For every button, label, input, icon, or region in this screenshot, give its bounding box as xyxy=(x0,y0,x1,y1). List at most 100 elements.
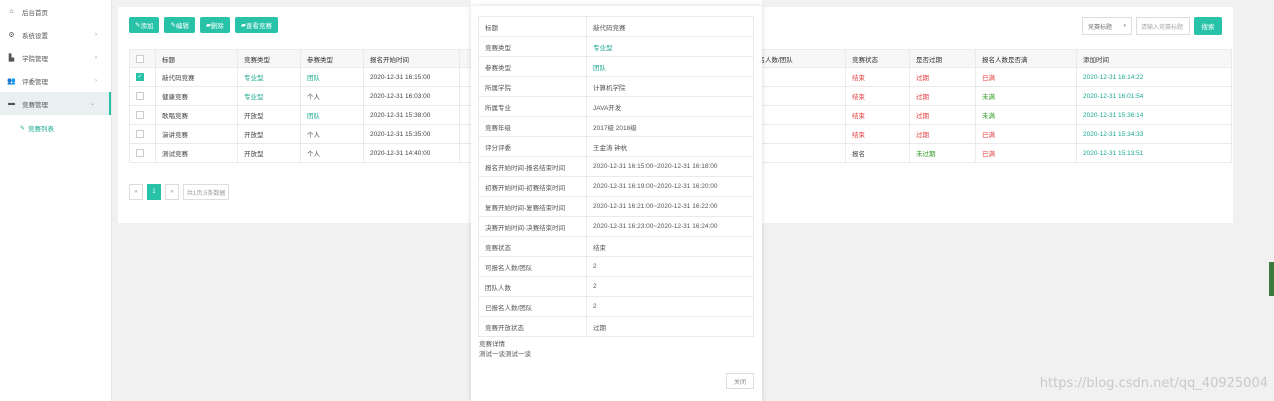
sidebar-item-college[interactable]: ▙ 学院管理 › xyxy=(0,46,111,69)
row-select-cell[interactable] xyxy=(129,105,156,125)
sidebar-item-judges[interactable]: 👥 评委管理 › xyxy=(0,69,111,92)
delete-button[interactable]: ▰ 删除 xyxy=(199,17,230,33)
cell-team: 个人 xyxy=(300,86,364,106)
detail-value: 2020-12-31 16:19:00~2020-12-31 16:20:00 xyxy=(586,176,754,197)
col-header: 参赛类型 xyxy=(300,49,364,68)
cell-type: 专业型 xyxy=(237,86,301,106)
chevron-right-icon: › xyxy=(95,54,97,61)
row-checkbox[interactable] xyxy=(136,111,144,119)
detail-value: 2 xyxy=(586,256,754,277)
detail-key: 竞赛开放状态 xyxy=(478,316,587,337)
gamepad-icon: ▬ xyxy=(8,100,15,107)
view-competition-button[interactable]: ▰ 查看竞赛 xyxy=(234,17,278,33)
detail-key: 初赛开始时间-初赛结束时间 xyxy=(478,176,587,197)
cell-title: 歌唱竞赛 xyxy=(155,105,238,125)
cell-start: 2020-12-31 15:35:00 xyxy=(363,124,460,144)
competition-detail-modal: 标题 敲代码竞赛 竞赛类型 专业型 参赛类型 团队 所属学院 计算机学院 所属专业 JAVA开发竞… xyxy=(471,6,762,401)
sidebar-item-settings[interactable]: ⚙ 系统设置 › xyxy=(0,23,111,46)
close-button[interactable]: 关闭 xyxy=(726,373,754,389)
cell-expired: 过期 xyxy=(909,105,976,125)
list-icon: ✎ xyxy=(20,125,26,132)
search-placeholder: 请输入竞赛标题 xyxy=(1141,24,1184,31)
row-checkbox[interactable] xyxy=(136,149,144,157)
prev-page-button[interactable]: « xyxy=(129,184,143,200)
sidebar-item-label: 学院管理 xyxy=(22,55,48,63)
row-checkbox[interactable] xyxy=(136,92,144,100)
cell-status: 结束 xyxy=(845,67,910,87)
detail-table: 标题 敲代码竞赛 竞赛类型 专业型 参赛类型 团队 所属学院 计算机学院 所属专业 JAVA开发竞… xyxy=(478,16,754,337)
col-header: 标题 xyxy=(155,49,238,68)
detail-row: 已报名人数/团队 2 xyxy=(478,296,754,317)
detail-row: 团队人数 2 xyxy=(478,276,754,297)
detail-row: 所属学院 计算机学院 xyxy=(478,76,754,97)
cell-expired: 过期 xyxy=(909,124,976,144)
cell-expired: 过期 xyxy=(909,86,976,106)
next-page-button[interactable]: » xyxy=(165,184,179,200)
cell-full: 未满 xyxy=(975,105,1077,125)
sidebar-item-competitions[interactable]: ▬ 竞赛管理 ⌄ xyxy=(0,92,111,115)
sidebar-item-label: 评委管理 xyxy=(22,78,48,86)
sidebar: ⌂ 后台首页 ⚙ 系统设置 › ▙ 学院管理 › 👥 评委管理 › ▬ 竞赛管理… xyxy=(0,0,112,401)
detail-desc-label: 竞赛详情 xyxy=(479,341,505,348)
sidebar-item-home[interactable]: ⌂ 后台首页 xyxy=(0,0,111,23)
cell-team: 团队 xyxy=(300,105,364,125)
watermark: https://blog.csdn.net/qq_40925004 xyxy=(1039,376,1268,391)
row-select-cell[interactable] xyxy=(129,143,156,163)
sidebar-item-label: 后台首页 xyxy=(22,9,48,17)
chevron-right-icon: › xyxy=(95,31,97,38)
detail-key: 评分评委 xyxy=(478,136,587,157)
search-input[interactable]: 请输入竞赛标题 xyxy=(1136,17,1190,35)
sidebar-subitem-competition-list[interactable]: ✎ 竞赛列表 xyxy=(0,115,111,141)
cell-title: 敲代码竞赛 xyxy=(155,67,238,87)
detail-value: 结束 xyxy=(586,236,754,257)
detail-row: 竞赛开放状态 过期 xyxy=(478,316,754,337)
col-header: 添加时间 xyxy=(1076,49,1232,68)
cell-title: 演讲竞赛 xyxy=(155,124,238,144)
row-checkbox[interactable] xyxy=(136,130,144,138)
cell-title: 测试竞赛 xyxy=(155,143,238,163)
side-feedback-tab[interactable] xyxy=(1269,262,1274,296)
detail-row: 参赛类型 团队 xyxy=(478,56,754,77)
users-icon: 👥 xyxy=(7,77,16,85)
edit-button[interactable]: ✎ 编辑 xyxy=(164,17,195,33)
pagination: « 1 » 共1页,5条数据 xyxy=(129,184,230,200)
add-button[interactable]: ✎ 添加 xyxy=(129,17,160,33)
cell-added: 2020-12-31 15:36:14 xyxy=(1076,105,1232,125)
pagination-summary: 共1页,5条数据 xyxy=(183,184,230,200)
select-all-cell[interactable] xyxy=(129,49,156,68)
edit-button-label: 编辑 xyxy=(175,23,189,30)
detail-row: 竞赛状态 结束 xyxy=(478,236,754,257)
row-select-cell[interactable] xyxy=(129,124,156,144)
sidebar-item-label: 系统设置 xyxy=(22,32,48,40)
detail-row: 决赛开始时间-决赛结束时间 2020-12-31 16:23:00~2020-12… xyxy=(478,216,754,237)
detail-value: 2020-12-31 16:21:00~2020-12-31 16:22:00 xyxy=(586,196,754,217)
detail-value: 敲代码竞赛 xyxy=(586,16,754,37)
row-select-cell[interactable] xyxy=(129,86,156,106)
row-checkbox-checked[interactable]: ✓ xyxy=(136,73,144,81)
detail-row: 初赛开始时间-初赛结束时间 2020-12-31 16:19:00~2020-12… xyxy=(478,176,754,197)
cell-type: 开放型 xyxy=(237,105,301,125)
detail-row: 竞赛年级 2017级 2018级 xyxy=(478,116,754,137)
cell-type: 开放型 xyxy=(237,143,301,163)
cell-added: 2020-12-31 15:34:33 xyxy=(1076,124,1232,144)
detail-key: 已报名人数/团队 xyxy=(478,296,587,317)
row-select-cell[interactable]: ✓ xyxy=(129,67,156,87)
cell-status: 结束 xyxy=(845,86,910,106)
cell-added: 2020-12-31 15:13:51 xyxy=(1076,143,1232,163)
detail-key: 参赛类型 xyxy=(478,56,587,77)
col-header: 报名开始时间 xyxy=(363,49,460,68)
select-all-checkbox[interactable] xyxy=(136,54,144,63)
detail-key: 团队人数 xyxy=(478,276,587,297)
detail-key: 标题 xyxy=(478,16,587,37)
cell-start: 2020-12-31 16:03:00 xyxy=(363,86,460,106)
chevron-down-icon: ⌄ xyxy=(89,101,95,107)
search-field-select[interactable]: 竞赛标题 ▾ xyxy=(1082,17,1132,35)
page-1-button[interactable]: 1 xyxy=(147,184,161,200)
detail-desc: 测试一谈测试一谈 xyxy=(479,351,531,358)
col-header: 是否过期 xyxy=(909,49,976,68)
detail-value: 团队 xyxy=(586,56,754,77)
search-button[interactable]: 搜索 xyxy=(1194,17,1222,35)
cell-full: 未满 xyxy=(975,86,1077,106)
detail-row: 标题 敲代码竞赛 xyxy=(478,16,754,37)
detail-row: 评分评委 王金涛 钟杭 xyxy=(478,136,754,157)
